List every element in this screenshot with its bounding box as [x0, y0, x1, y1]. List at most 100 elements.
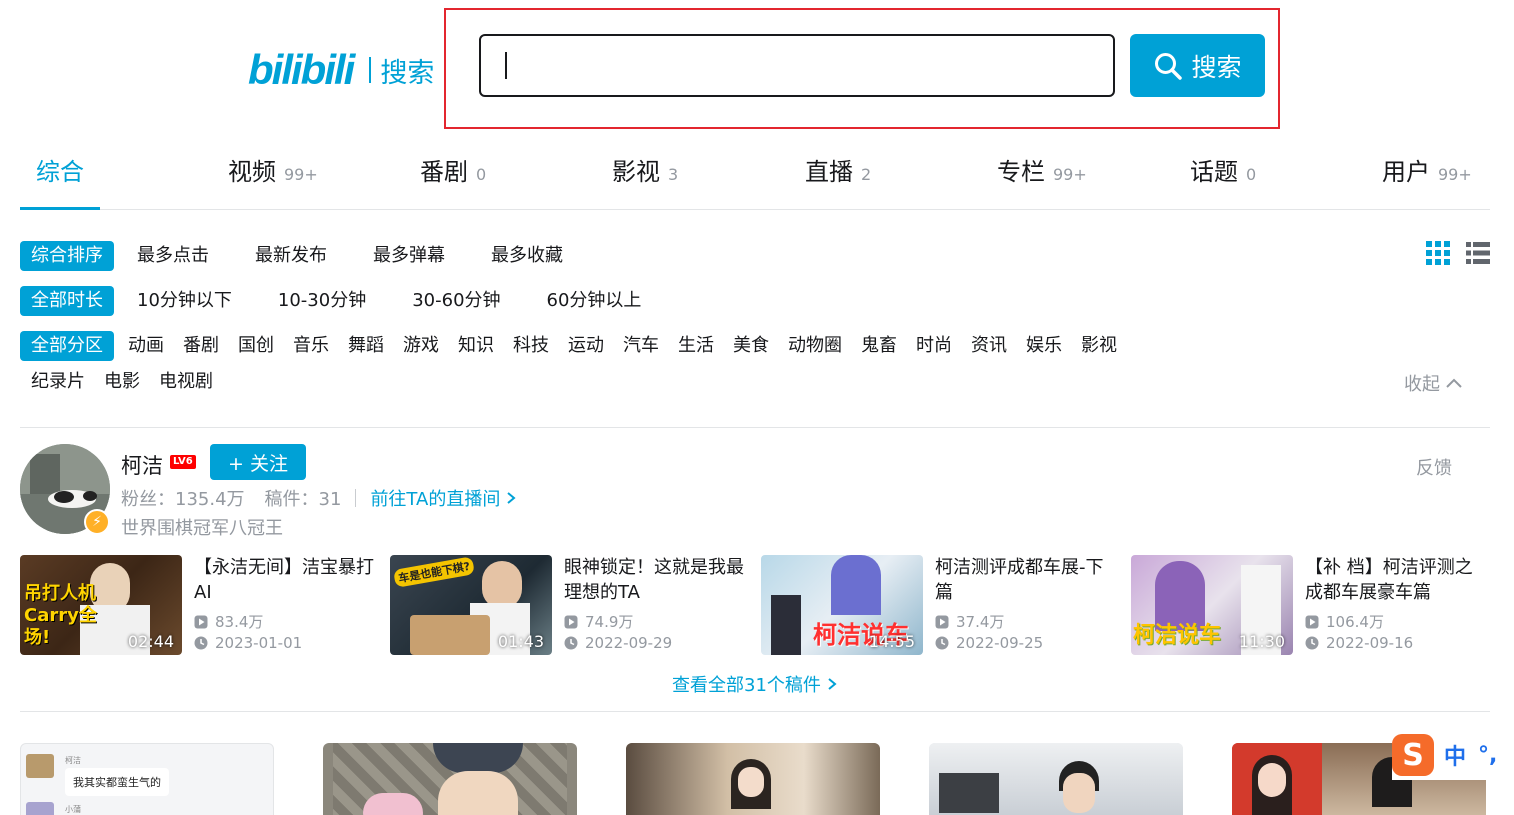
- search-button[interactable]: 搜索: [1130, 34, 1265, 97]
- zone-option[interactable]: 时尚: [905, 331, 963, 361]
- zone-option[interactable]: 全部分区: [20, 331, 114, 361]
- follow-button[interactable]: + 关注: [210, 444, 306, 480]
- video-card[interactable]: 柯洁说车 11:30 【补 档】柯洁评测之成都车展豪车篇 106.4万 2022…: [1131, 555, 1487, 655]
- video-card[interactable]: 吊打人机 Carry全场! 02:44 【永洁无间】洁宝暴打AI 83.4万 2…: [20, 555, 376, 655]
- video-duration: 14:55: [868, 632, 915, 651]
- zone-option[interactable]: 电视剧: [148, 367, 224, 397]
- zone-option[interactable]: 娱乐: [1015, 331, 1073, 361]
- zone-option[interactable]: 纪录片: [20, 367, 96, 397]
- zone-option[interactable]: 动画: [117, 331, 175, 361]
- zone-option[interactable]: 电影: [93, 367, 151, 397]
- video-thumbnail[interactable]: 柯洁说车 14:55: [761, 555, 923, 655]
- video-card-thumbnail[interactable]: [626, 743, 880, 815]
- ime-status-bar[interactable]: S 中 °,: [1392, 730, 1514, 780]
- zone-option[interactable]: 美食: [722, 331, 780, 361]
- video-duration: 11:30: [1238, 632, 1285, 651]
- video-title[interactable]: 眼神锁定！这就是我最理想的TA: [564, 555, 746, 605]
- clock-icon: [564, 636, 578, 650]
- video-card[interactable]: 柯洁说车 14:55 柯洁测评成都车展-下篇 37.4万 2022-09-25: [761, 555, 1117, 655]
- tab-label: 话题: [1190, 158, 1238, 186]
- video-views: 106.4万: [1305, 611, 1384, 632]
- zone-option[interactable]: 影视: [1070, 331, 1128, 361]
- verified-badge-icon: ⚡: [84, 509, 110, 535]
- view-all-label: 查看全部31个稿件: [672, 675, 821, 696]
- section-divider: [20, 427, 1490, 428]
- bilibili-logo[interactable]: bilibili 搜索: [248, 46, 434, 94]
- duration-option[interactable]: 10-30分钟: [267, 286, 377, 316]
- logo-divider: [369, 57, 372, 83]
- play-count-icon: [194, 615, 208, 629]
- video-card-thumbnail[interactable]: 柯洁 我其实都蛮生气的 小蒲: [20, 743, 274, 815]
- user-name[interactable]: 柯洁: [121, 450, 163, 480]
- sort-option[interactable]: 最多收藏: [480, 241, 574, 271]
- view-all-works-link[interactable]: 查看全部31个稿件: [672, 671, 837, 697]
- level-badge: LV6: [170, 455, 196, 469]
- date-value: 2023-01-01: [215, 634, 303, 652]
- zone-option[interactable]: 知识: [447, 331, 505, 361]
- tab-bangumi[interactable]: 番剧 0: [420, 152, 486, 210]
- search-input[interactable]: [479, 34, 1115, 97]
- sort-option[interactable]: 最多点击: [126, 241, 220, 271]
- feedback-link[interactable]: 反馈: [1416, 454, 1452, 480]
- tab-video[interactable]: 视频 99+: [228, 152, 318, 210]
- views-value: 37.4万: [956, 613, 1005, 631]
- tab-label: 视频: [228, 158, 276, 186]
- zone-option[interactable]: 动物圈: [777, 331, 853, 361]
- tab-count: 99+: [1438, 165, 1472, 184]
- zone-option[interactable]: 运动: [557, 331, 615, 361]
- duration-option[interactable]: 全部时长: [20, 286, 114, 316]
- chat-avatar: [26, 754, 54, 778]
- chevron-right-icon: [828, 678, 837, 690]
- live-room-link[interactable]: 前往TA的直播间: [370, 485, 516, 511]
- tab-label: 用户: [1382, 158, 1430, 186]
- duration-option[interactable]: 10分钟以下: [126, 286, 243, 316]
- zone-option[interactable]: 国创: [227, 331, 285, 361]
- collapse-label: 收起: [1404, 374, 1440, 395]
- list-view-icon[interactable]: [1465, 240, 1491, 266]
- date-value: 2022-09-29: [585, 634, 673, 652]
- zone-option[interactable]: 舞蹈: [337, 331, 395, 361]
- zone-option[interactable]: 番剧: [172, 331, 230, 361]
- zone-option[interactable]: 生活: [667, 331, 725, 361]
- video-card[interactable]: 车是也能下棋? 01:43 眼神锁定！这就是我最理想的TA 74.9万 2022…: [390, 555, 746, 655]
- sort-option[interactable]: 最新发布: [244, 241, 338, 271]
- video-title[interactable]: 柯洁测评成都车展-下篇: [935, 555, 1117, 605]
- search-button-label: 搜索: [1191, 52, 1242, 82]
- tab-movie[interactable]: 影视 3: [612, 152, 678, 210]
- tab-topic[interactable]: 话题 0: [1190, 152, 1256, 210]
- views-value: 106.4万: [1326, 613, 1384, 631]
- date-value: 2022-09-25: [956, 634, 1044, 652]
- zone-option[interactable]: 科技: [502, 331, 560, 361]
- video-views: 37.4万: [935, 611, 1004, 632]
- works-count: 稿件：31: [264, 489, 342, 510]
- collapse-filters-button[interactable]: 收起: [1404, 370, 1464, 396]
- tab-user[interactable]: 用户 99+: [1382, 152, 1472, 210]
- thumbnail-caption: 柯洁说车: [1133, 623, 1222, 648]
- video-thumbnail[interactable]: 车是也能下棋? 01:43: [390, 555, 552, 655]
- video-title[interactable]: 【永洁无间】洁宝暴打AI: [194, 555, 376, 605]
- video-card-thumbnail[interactable]: [929, 743, 1183, 815]
- video-thumbnail[interactable]: 吊打人机 Carry全场! 02:44: [20, 555, 182, 655]
- play-count-icon: [1305, 615, 1319, 629]
- duration-option[interactable]: 60分钟以上: [536, 286, 653, 316]
- tab-all[interactable]: 综合: [36, 152, 84, 210]
- tab-live[interactable]: 直播 2: [805, 152, 871, 210]
- active-tab-underline: [20, 207, 100, 210]
- sort-option[interactable]: 最多弹幕: [362, 241, 456, 271]
- zone-option[interactable]: 游戏: [392, 331, 450, 361]
- video-title[interactable]: 【补 档】柯洁评测之成都车展豪车篇: [1305, 555, 1487, 605]
- zone-option[interactable]: 资讯: [960, 331, 1018, 361]
- sort-option[interactable]: 综合排序: [20, 241, 114, 271]
- zone-option[interactable]: 汽车: [612, 331, 670, 361]
- duration-option[interactable]: 30-60分钟: [401, 286, 511, 316]
- zone-option[interactable]: 鬼畜: [850, 331, 908, 361]
- user-description: 世界围棋冠军八冠王: [121, 518, 283, 539]
- video-duration: 02:44: [127, 632, 174, 651]
- tab-article[interactable]: 专栏 99+: [997, 152, 1087, 210]
- stats-separator: [355, 489, 357, 507]
- video-thumbnail[interactable]: 柯洁说车 11:30: [1131, 555, 1293, 655]
- clock-icon: [1305, 636, 1319, 650]
- zone-option[interactable]: 音乐: [282, 331, 340, 361]
- grid-view-icon[interactable]: [1425, 240, 1451, 266]
- video-card-thumbnail[interactable]: [323, 743, 577, 815]
